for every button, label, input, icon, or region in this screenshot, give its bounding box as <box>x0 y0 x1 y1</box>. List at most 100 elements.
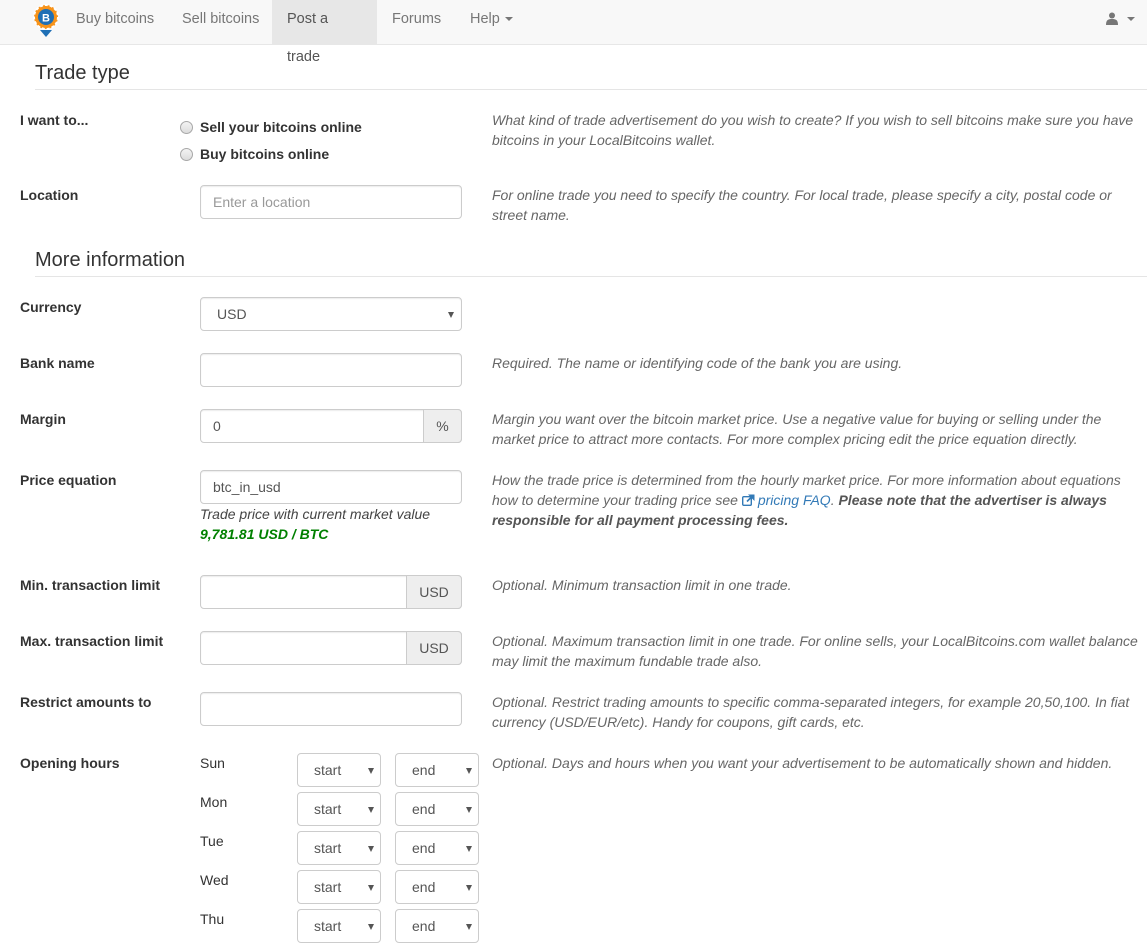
caret-down-icon <box>1126 17 1135 21</box>
radio-label: Sell your bitcoins online <box>200 119 362 135</box>
min-limit-input[interactable]: USD <box>200 575 462 609</box>
label-currency: Currency <box>20 299 82 315</box>
nav-buy-bitcoins[interactable]: Buy bitcoins <box>61 0 169 44</box>
navbar: B Buy bitcoins Sell bitcoins Post a trad… <box>0 0 1147 65</box>
select-value: start <box>314 801 342 817</box>
radio-label: Buy bitcoins online <box>200 146 330 162</box>
currency-select[interactable]: USD <box>200 297 462 331</box>
label-location: Location <box>20 187 79 203</box>
dropdown-arrow-icon <box>466 846 472 852</box>
select-value: end <box>412 918 436 934</box>
section-title-trade-type: Trade type <box>35 62 130 84</box>
label-max-limit: Max. transaction limit <box>20 633 164 649</box>
help-max-limit: Optional. Maximum transaction limit in o… <box>492 633 1138 669</box>
label-restrict-amounts: Restrict amounts to <box>20 694 152 710</box>
select-value: end <box>412 762 436 778</box>
help-restrict-amounts: Optional. Restrict trading amounts to sp… <box>492 694 1130 730</box>
restrict-amounts-input[interactable] <box>200 692 462 726</box>
nav-label: Buy bitcoins <box>76 11 155 27</box>
help-i-want-to: What kind of trade advertisement do you … <box>492 112 1134 148</box>
nav-post-a-trade[interactable]: Post a trade <box>272 0 377 65</box>
help-margin: Margin you want over the bitcoin market … <box>492 411 1102 447</box>
price-note: Trade price with current market value <box>200 506 431 522</box>
end-hour-select[interactable]: end <box>395 909 479 943</box>
dropdown-arrow-icon <box>466 768 472 774</box>
day-label: Mon <box>200 794 228 810</box>
select-value: start <box>314 840 342 856</box>
percent-addon: % <box>423 409 462 443</box>
price-equation-input[interactable]: btc_in_usd <box>200 470 462 504</box>
section-title-more-information: More information <box>35 249 186 271</box>
location-input[interactable]: Enter a location <box>200 185 462 219</box>
help-price-equation: How the trade price is determined from t… <box>492 470 1142 530</box>
label-i-want-to: I want to... <box>20 112 89 128</box>
select-value: start <box>314 762 342 778</box>
pricing-faq-link[interactable]: pricing FAQ <box>741 492 831 508</box>
start-hour-select[interactable]: start <box>297 831 381 865</box>
bank-name-input[interactable] <box>200 353 462 387</box>
dropdown-arrow-icon <box>368 846 374 852</box>
nav-sell-bitcoins[interactable]: Sell bitcoins <box>167 0 274 44</box>
select-value: start <box>314 918 342 934</box>
start-hour-select[interactable]: start <box>297 792 381 826</box>
dropdown-arrow-icon <box>466 807 472 813</box>
dropdown-arrow-icon <box>368 924 374 930</box>
user-icon <box>1106 12 1118 25</box>
margin-value: 0 <box>213 418 221 434</box>
divider <box>35 276 1147 277</box>
end-hour-select[interactable]: end <box>395 831 479 865</box>
link-text: pricing FAQ <box>757 492 831 508</box>
external-link-icon <box>741 494 755 507</box>
divider <box>35 89 1147 90</box>
currency-addon: USD <box>406 575 462 609</box>
label-margin: Margin <box>20 411 66 427</box>
radio-sell-online[interactable]: Sell your bitcoins online <box>180 119 362 135</box>
day-label: Sun <box>200 755 225 771</box>
end-hour-select[interactable]: end <box>395 870 479 904</box>
dropdown-arrow-icon <box>368 768 374 774</box>
dropdown-arrow-icon <box>466 885 472 891</box>
nav-label: Help <box>470 11 500 27</box>
day-label: Wed <box>200 872 229 888</box>
label-bank-name: Bank name <box>20 355 95 371</box>
start-hour-select[interactable]: start <box>297 909 381 943</box>
label-opening-hours: Opening hours <box>20 755 120 771</box>
day-label: Thu <box>200 911 225 927</box>
svg-text:B: B <box>42 13 50 25</box>
label-min-limit: Min. transaction limit <box>20 577 161 593</box>
margin-input[interactable]: 0 % <box>200 409 462 443</box>
radio-button[interactable] <box>180 121 193 134</box>
start-hour-select[interactable]: start <box>297 870 381 904</box>
nav-label: Sell bitcoins <box>182 11 260 27</box>
nav-help-dropdown[interactable]: Help <box>455 0 528 44</box>
select-value: end <box>412 879 436 895</box>
help-bank-name: Required. The name or identifying code o… <box>492 355 903 371</box>
select-value: end <box>412 840 436 856</box>
label-price-equation: Price equation <box>20 472 117 488</box>
help-location: For online trade you need to specify the… <box>492 187 1112 223</box>
dropdown-arrow-icon <box>466 924 472 930</box>
max-limit-input[interactable]: USD <box>200 631 462 665</box>
currency-addon: USD <box>406 631 462 665</box>
nav-label: Post a trade <box>287 11 329 65</box>
select-value: end <box>412 801 436 817</box>
start-hour-select[interactable]: start <box>297 753 381 787</box>
currency-value: USD <box>217 306 247 322</box>
current-price: 9,781.81 USD / BTC <box>200 526 329 542</box>
caret-down-icon <box>504 17 513 22</box>
end-hour-select[interactable]: end <box>395 753 479 787</box>
nav-forums[interactable]: Forums <box>377 0 456 44</box>
nav-label: Forums <box>392 11 442 27</box>
radio-buy-online[interactable]: Buy bitcoins online <box>180 146 329 162</box>
dropdown-arrow-icon <box>368 885 374 891</box>
radio-button[interactable] <box>180 148 193 161</box>
help-opening-hours: Optional. Days and hours when you want y… <box>492 755 1113 771</box>
day-label: Tue <box>200 833 224 849</box>
localbitcoins-logo[interactable]: B <box>32 4 60 38</box>
end-hour-select[interactable]: end <box>395 792 479 826</box>
dropdown-arrow-icon <box>368 807 374 813</box>
select-value: start <box>314 879 342 895</box>
user-menu[interactable] <box>1106 12 1135 32</box>
help-min-limit: Optional. Minimum transaction limit in o… <box>492 577 792 593</box>
dropdown-arrow-icon <box>448 312 454 318</box>
